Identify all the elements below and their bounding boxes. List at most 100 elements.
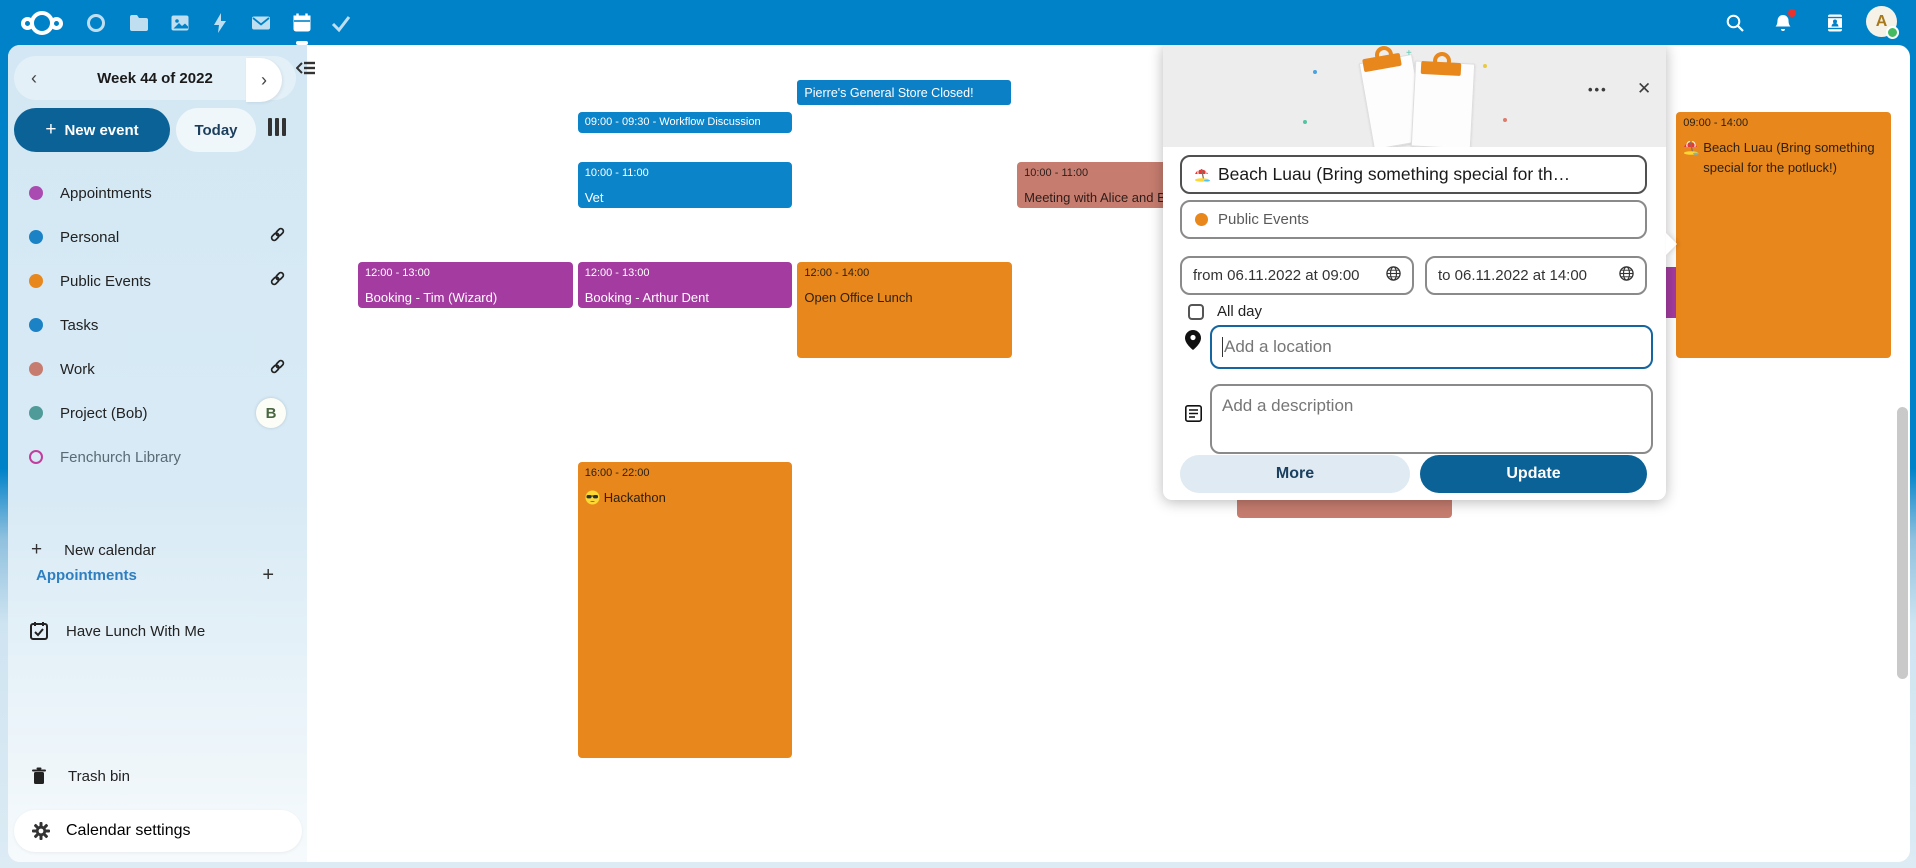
calendar-color-dot (29, 186, 43, 200)
new-event-button[interactable]: + New event (14, 108, 170, 152)
calendar-color-dot (29, 230, 43, 244)
event-time: 12:00 - 13:00 (365, 266, 566, 280)
description-textarea[interactable]: Add a description (1210, 384, 1653, 454)
text-caret (1222, 337, 1223, 357)
calendar-settings-button[interactable]: Calendar settings (14, 810, 302, 852)
share-link-icon[interactable] (269, 358, 286, 380)
calendar-name: Personal (60, 229, 119, 246)
more-button[interactable]: More (1180, 455, 1410, 493)
sidebar-calendar-fenchurch-library[interactable]: Fenchurch Library (12, 435, 304, 479)
calendar-name: Tasks (60, 317, 98, 334)
app-photos-icon[interactable] (165, 8, 195, 38)
all-day-checkbox[interactable] (1188, 304, 1204, 320)
gear-icon (32, 822, 50, 840)
app-activity-icon[interactable] (205, 8, 235, 38)
add-appointment-button[interactable]: + (262, 564, 274, 587)
event-inline-text: 09:00 - 09:30 - Workflow Discussion (585, 115, 786, 129)
collapse-week-icon[interactable] (296, 60, 316, 81)
vertical-scrollbar[interactable] (1897, 407, 1908, 679)
contacts-menu-icon[interactable] (1820, 8, 1850, 38)
update-button[interactable]: Update (1420, 455, 1647, 493)
sidebar-calendar-public-events[interactable]: Public Events (12, 259, 304, 303)
to-datetime-input[interactable]: to 06.11.2022 at 14:00 (1425, 256, 1647, 295)
share-link-icon[interactable] (269, 226, 286, 248)
previous-week-button[interactable]: ‹ (16, 56, 52, 100)
app-contacts-icon[interactable] (81, 8, 111, 38)
view-columns-icon[interactable] (268, 118, 288, 136)
event-title-input[interactable]: Beach Luau (Bring something special for … (1180, 155, 1647, 194)
calendar-name: Fenchurch Library (60, 449, 181, 466)
event-time: 09:00 - 14:00 (1683, 116, 1884, 130)
event-time: 10:00 - 11:00 (585, 166, 786, 180)
appointment-item-have-lunch[interactable]: Have Lunch With Me (12, 609, 304, 653)
description-icon (1185, 405, 1202, 427)
sidebar-calendar-personal[interactable]: Personal (12, 215, 304, 259)
new-calendar-label: New calendar (64, 542, 156, 559)
event-hackathon[interactable]: 16:00 - 22:00Hackathon (578, 462, 793, 758)
popup-illustration: + ••• ✕ (1163, 42, 1666, 147)
event-title: Booking - Tim (Wizard) (365, 288, 566, 308)
location-input[interactable]: Add a location (1210, 325, 1653, 369)
close-icon[interactable]: ✕ (1637, 79, 1651, 99)
event-vet[interactable]: 10:00 - 11:00Vet (578, 162, 793, 208)
calendar-name: Project (Bob) (60, 405, 148, 422)
calendar-color-dot (1195, 213, 1208, 226)
event-time: 16:00 - 22:00 (585, 466, 786, 480)
notification-dot (1788, 9, 1796, 17)
search-icon[interactable] (1720, 8, 1750, 38)
sidebar: ‹ Week 44 of 2022 › + New event Today Ap… (8, 45, 307, 862)
today-button[interactable]: Today (176, 108, 256, 152)
status-online-dot (1886, 26, 1899, 39)
app-files-icon[interactable] (124, 8, 154, 38)
active-app-indicator (296, 41, 308, 45)
from-datetime-input[interactable]: from 06.11.2022 at 09:00 (1180, 256, 1414, 295)
sidebar-calendar-tasks[interactable]: Tasks (12, 303, 304, 347)
timezone-globe-icon[interactable] (1619, 266, 1634, 286)
all-day-row: All day (1188, 303, 1262, 320)
calendar-settings-label: Calendar settings (66, 822, 191, 840)
confetti-dot (1313, 70, 1317, 74)
week-label: Week 44 of 2022 (97, 70, 213, 87)
to-datetime-value: to 06.11.2022 at 14:00 (1438, 267, 1619, 284)
update-button-label: Update (1506, 465, 1560, 483)
clip-icon (1421, 61, 1462, 76)
share-link-icon[interactable] (269, 270, 286, 292)
sunglasses-emoji-icon (585, 490, 600, 511)
plus-icon: + (45, 119, 56, 141)
app-mail-icon[interactable] (246, 8, 276, 38)
app-tasks-icon[interactable] (326, 8, 356, 38)
calendar-color-dot (29, 406, 43, 420)
event-open-office-lunch[interactable]: 12:00 - 14:00Open Office Lunch (797, 262, 1012, 358)
sidebar-calendar-project-bob-[interactable]: Project (Bob)B (12, 391, 304, 435)
all-day-label: All day (1217, 303, 1262, 320)
timezone-globe-icon[interactable] (1386, 266, 1401, 286)
calendar-check-icon (29, 621, 49, 641)
calendar-select[interactable]: Public Events (1180, 200, 1647, 239)
trash-bin-label: Trash bin (68, 768, 130, 785)
calendar-app-window: A ‹ Week 44 of 2022 › + New event Today … (0, 0, 1916, 868)
today-label: Today (194, 122, 237, 139)
sidebar-calendar-work[interactable]: Work (12, 347, 304, 391)
more-options-icon[interactable]: ••• (1588, 82, 1608, 97)
allday-event[interactable]: Pierre's General Store Closed! (797, 80, 1011, 105)
event-beach-luau-bring-something-spe[interactable]: 09:00 - 14:00 Beach Luau (Bring something… (1676, 112, 1891, 358)
event-title: Open Office Lunch (804, 288, 1005, 308)
sidebar-calendar-appointments[interactable]: Appointments (12, 171, 304, 215)
event-time: 12:00 - 13:00 (585, 266, 786, 280)
appointments-heading: Appointments (36, 567, 137, 584)
trash-bin-button[interactable]: Trash bin (12, 754, 304, 798)
app-calendar-icon[interactable] (287, 8, 317, 38)
calendar-color-ring (29, 450, 43, 464)
calendar-name: Appointments (60, 185, 152, 202)
event-booking-arthur-dent[interactable]: 12:00 - 13:00Booking - Arthur Dent (578, 262, 793, 308)
event-booking-tim-wizard-[interactable]: 12:00 - 13:00 Booking - Tim (Wizard) (358, 262, 573, 308)
event-title: Beach Luau (Bring something special for … (1683, 138, 1884, 178)
calendar-name: Work (60, 361, 95, 378)
event-item[interactable]: 09:00 - 09:30 - Workflow Discussion (578, 112, 793, 133)
beach-emoji-icon (1683, 140, 1699, 161)
calendar-name: Public Events (60, 273, 151, 290)
confetti-sparkle: + (1406, 48, 1412, 59)
event-title-value: Beach Luau (Bring something special for … (1218, 164, 1570, 185)
description-placeholder: Add a description (1222, 396, 1353, 416)
nextcloud-logo-icon[interactable] (14, 8, 70, 38)
